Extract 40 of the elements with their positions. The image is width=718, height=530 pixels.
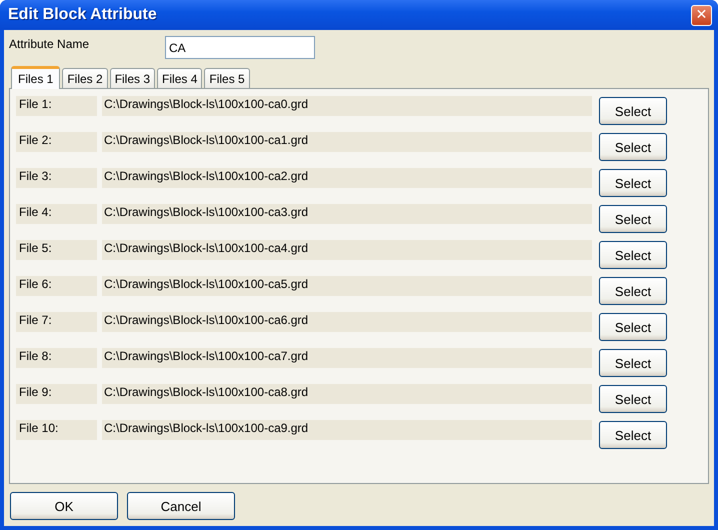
- file-path: C:\Drawings\Block-ls\100x100-ca6.grd: [102, 312, 592, 332]
- select-button[interactable]: Select: [599, 313, 667, 341]
- cancel-button[interactable]: Cancel: [127, 492, 235, 520]
- attribute-name-label: Attribute Name: [9, 37, 90, 51]
- file-label: File 10:: [16, 420, 97, 440]
- tab[interactable]: Files 2: [62, 68, 108, 88]
- file-path: C:\Drawings\Block-ls\100x100-ca9.grd: [102, 420, 592, 440]
- select-button[interactable]: Select: [599, 205, 667, 233]
- file-path: C:\Drawings\Block-ls\100x100-ca7.grd: [102, 348, 592, 368]
- file-path: C:\Drawings\Block-ls\100x100-ca1.grd: [102, 132, 592, 152]
- file-path: C:\Drawings\Block-ls\100x100-ca8.grd: [102, 384, 592, 404]
- select-button[interactable]: Select: [599, 277, 667, 305]
- attribute-name-field[interactable]: CA: [165, 36, 315, 59]
- tab[interactable]: Files 5: [204, 68, 250, 88]
- file-label: File 1:: [16, 96, 97, 116]
- file-label: File 2:: [16, 132, 97, 152]
- select-button[interactable]: Select: [599, 241, 667, 269]
- tab[interactable]: Files 1: [11, 66, 60, 89]
- select-button[interactable]: Select: [599, 349, 667, 377]
- tab[interactable]: Files 3: [110, 68, 156, 88]
- file-path: C:\Drawings\Block-ls\100x100-ca3.grd: [102, 204, 592, 224]
- file-path: C:\Drawings\Block-ls\100x100-ca2.grd: [102, 168, 592, 188]
- file-path: C:\Drawings\Block-ls\100x100-ca4.grd: [102, 240, 592, 260]
- file-path: C:\Drawings\Block-ls\100x100-ca0.grd: [102, 96, 592, 116]
- select-button[interactable]: Select: [599, 97, 667, 125]
- tab[interactable]: Files 4: [157, 68, 202, 88]
- window-title: Edit Block Attribute: [8, 6, 157, 24]
- select-button[interactable]: Select: [599, 421, 667, 449]
- file-label: File 9:: [16, 384, 97, 404]
- file-label: File 3:: [16, 168, 97, 188]
- select-button[interactable]: Select: [599, 385, 667, 413]
- file-path: C:\Drawings\Block-ls\100x100-ca5.grd: [102, 276, 592, 296]
- file-label: File 7:: [16, 312, 97, 332]
- select-button[interactable]: Select: [599, 133, 667, 161]
- file-label: File 6:: [16, 276, 97, 296]
- file-label: File 5:: [16, 240, 97, 260]
- file-label: File 4:: [16, 204, 97, 224]
- file-label: File 8:: [16, 348, 97, 368]
- select-button[interactable]: Select: [599, 169, 667, 197]
- ok-button[interactable]: OK: [10, 492, 118, 520]
